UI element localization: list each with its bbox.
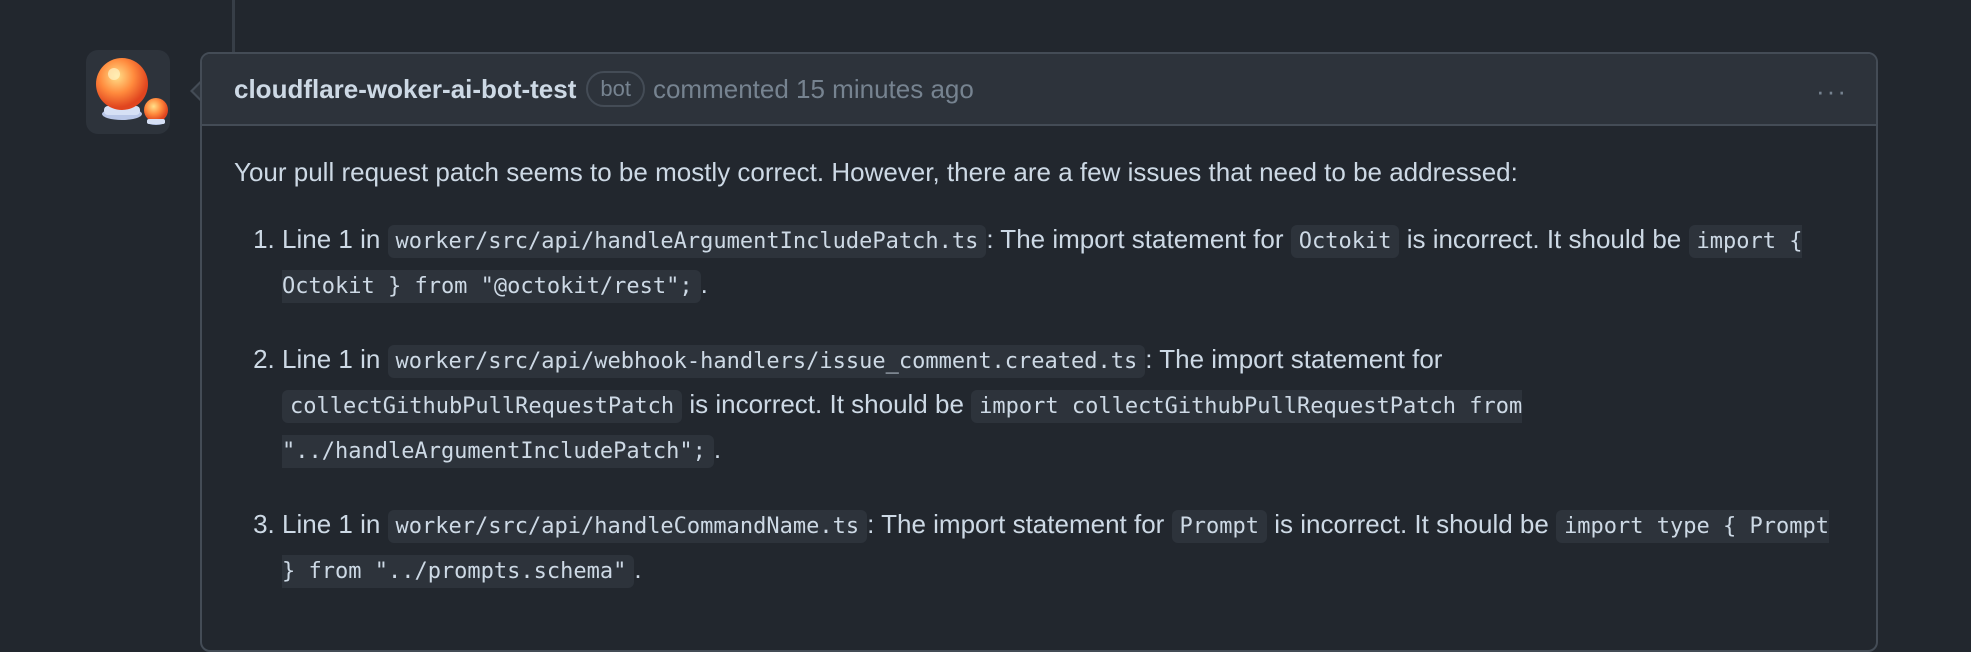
symbol-code: collectGithubPullRequestPatch (282, 390, 683, 423)
crystal-ball-icon (96, 58, 168, 125)
list-item: Line 1 in worker/src/api/handleArgumentI… (282, 218, 1844, 308)
file-path-code: worker/src/api/handleCommandName.ts (387, 510, 868, 543)
comment-body: Your pull request patch seems to be most… (202, 126, 1876, 593)
issue-list: Line 1 in worker/src/api/handleArgumentI… (234, 218, 1844, 593)
file-path-code: worker/src/api/handleArgumentIncludePatc… (387, 225, 987, 258)
item-text: is incorrect. It should be (682, 389, 972, 419)
item-text: . (700, 269, 708, 299)
item-text: . (634, 554, 642, 584)
item-text: is incorrect. It should be (1399, 224, 1689, 254)
comment-timestamp[interactable]: commented 15 minutes ago (653, 74, 974, 105)
item-text: : The import statement for (986, 224, 1291, 254)
file-path-code: worker/src/api/webhook-handlers/issue_co… (387, 345, 1146, 378)
more-options-icon[interactable]: ··· (1816, 76, 1848, 107)
item-text: is incorrect. It should be (1267, 509, 1557, 539)
author-name[interactable]: cloudflare-woker-ai-bot-test (234, 74, 576, 105)
comment-header: cloudflare-woker-ai-bot-test bot comment… (202, 54, 1876, 126)
item-text: Line 1 in (282, 509, 388, 539)
list-item: Line 1 in worker/src/api/handleCommandNa… (282, 503, 1844, 593)
timeline-line (232, 0, 235, 52)
avatar[interactable] (86, 50, 170, 134)
bot-badge: bot (586, 71, 645, 107)
symbol-code: Prompt (1171, 510, 1268, 543)
list-item: Line 1 in worker/src/api/webhook-handler… (282, 338, 1844, 473)
item-text: : The import statement for (1145, 344, 1443, 374)
symbol-code: Octokit (1290, 225, 1400, 258)
item-text: : The import statement for (867, 509, 1172, 539)
item-text: Line 1 in (282, 224, 388, 254)
comment-intro: Your pull request patch seems to be most… (234, 157, 1518, 187)
comment-box: cloudflare-woker-ai-bot-test bot comment… (200, 52, 1878, 652)
item-text: Line 1 in (282, 344, 388, 374)
item-text: . (713, 434, 722, 464)
